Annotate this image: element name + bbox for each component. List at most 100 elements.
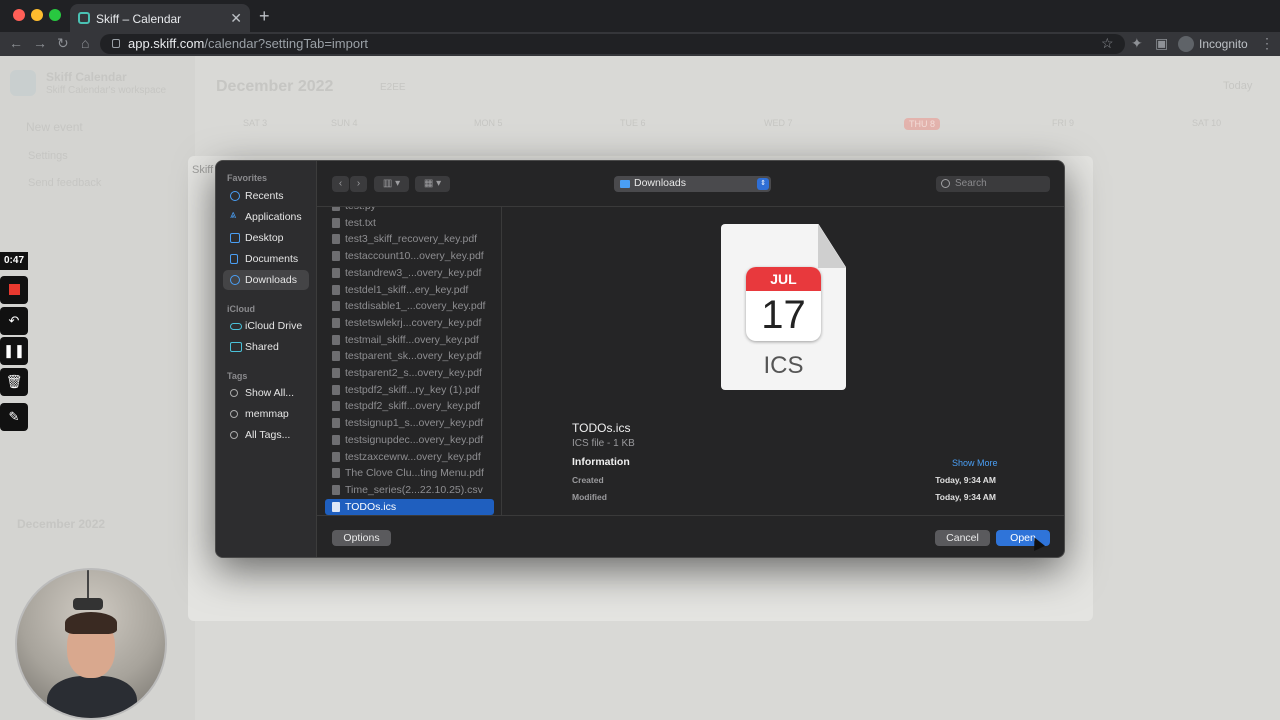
incognito-indicator[interactable]: Incognito xyxy=(1178,36,1248,52)
location-select[interactable]: Downloads ⇕ xyxy=(614,176,771,192)
bookmark-star-icon[interactable]: ☆ xyxy=(1101,35,1114,52)
tab-close-icon[interactable]: ✕ xyxy=(230,10,242,27)
file-icon xyxy=(332,301,340,312)
back-arrow-icon[interactable]: ← xyxy=(9,35,23,51)
finder-sidebar: Favorites Recents ⩓ Applications Desktop … xyxy=(216,161,317,557)
search-input[interactable]: Search xyxy=(936,176,1050,192)
show-more-link[interactable]: Show More xyxy=(952,458,998,468)
file-icon xyxy=(332,468,340,479)
file-list-item[interactable]: testaccount10...overy_key.pdf xyxy=(325,248,494,264)
delete-button[interactable]: 🗑 xyxy=(0,368,28,396)
sidebar-item-label: memmap xyxy=(245,408,289,420)
sidebar-item-label: Downloads xyxy=(245,274,297,286)
file-icon xyxy=(332,418,340,429)
sidebar-item-applications[interactable]: ⩓ Applications xyxy=(223,207,309,227)
sidebar-item-tag-memmap[interactable]: memmap xyxy=(223,404,309,424)
back-button[interactable]: ‹ xyxy=(332,176,349,192)
send-feedback-link[interactable]: Send feedback xyxy=(28,177,101,189)
document-icon xyxy=(230,254,238,264)
today-button[interactable]: Today xyxy=(1223,80,1252,92)
file-list-item[interactable]: testdisable1_...covery_key.pdf xyxy=(325,298,494,314)
settings-link[interactable]: Settings xyxy=(28,150,68,162)
file-list-item[interactable]: testetswlekrj...covery_key.pdf xyxy=(325,315,494,331)
file-list-item[interactable]: testandrew3_...overy_key.pdf xyxy=(325,265,494,281)
file-name: The Clove Clu...ting Menu.pdf xyxy=(345,467,484,480)
reload-icon[interactable]: ↻ xyxy=(57,35,69,52)
calendar-icon: JUL 17 xyxy=(746,267,821,341)
file-list-item[interactable]: TODOs.ics xyxy=(325,498,494,515)
desktop-icon xyxy=(230,233,240,243)
file-list-item[interactable]: testsignup1_s...overy_key.pdf xyxy=(325,415,494,431)
file-name: testsignupdec...overy_key.pdf xyxy=(345,433,484,446)
draw-button[interactable]: ✎ xyxy=(0,403,28,431)
preview-file-name: TODOs.ics xyxy=(572,421,631,435)
file-list-item[interactable]: testmail_skiff...overy_key.pdf xyxy=(325,332,494,348)
sidebar-item-desktop[interactable]: Desktop xyxy=(223,228,309,248)
sidebar-toggle-icon[interactable]: ▣ xyxy=(1155,35,1168,52)
sidebar-item-shared[interactable]: Shared xyxy=(223,337,309,357)
calendar-icon-month: JUL xyxy=(746,267,821,291)
sidebar-item-documents[interactable]: Documents xyxy=(223,249,309,269)
pause-button[interactable]: ❚❚ xyxy=(0,337,28,365)
sidebar-item-label: Shared xyxy=(245,341,279,353)
sidebar-item-downloads[interactable]: Downloads xyxy=(223,270,309,290)
file-list-item[interactable]: testpdf2_skiff...ry_key (1).pdf xyxy=(325,382,494,398)
skiff-favicon-icon xyxy=(78,12,90,24)
group-view-button[interactable]: ▦ ▾ xyxy=(415,176,450,192)
cloud-icon xyxy=(230,323,242,330)
new-tab-button[interactable]: + xyxy=(259,6,270,27)
forward-arrow-icon[interactable]: → xyxy=(33,35,47,51)
browser-tab[interactable]: Skiff – Calendar ✕ xyxy=(70,4,250,32)
column-view-button[interactable]: ▥ ▾ xyxy=(374,176,409,192)
sidebar-item-label: Applications xyxy=(245,211,302,223)
undo-icon: ↶ xyxy=(8,313,20,328)
file-list-item[interactable]: testparent2_s...overy_key.pdf xyxy=(325,365,494,381)
extensions-icon[interactable]: ✦ xyxy=(1131,35,1143,52)
sidebar-item-show-all-tags[interactable]: Show All... xyxy=(223,383,309,403)
file-icon xyxy=(332,267,340,278)
e2ee-badge: E2EE xyxy=(380,82,406,93)
address-bar: ← → ↻ ⌂ app.skiff.com/calendar?settingTa… xyxy=(0,32,1280,56)
app-name: Skiff Calendar xyxy=(46,70,127,84)
file-list-item[interactable]: test.py xyxy=(325,207,494,214)
sidebar-item-recents[interactable]: Recents xyxy=(223,186,309,206)
options-button[interactable]: Options xyxy=(332,530,391,546)
file-list-item[interactable]: testzaxcewrw...overy_key.pdf xyxy=(325,449,494,465)
file-list-item[interactable]: testparent_sk...overy_key.pdf xyxy=(325,348,494,364)
preview-file-meta: ICS file - 1 KB xyxy=(572,438,635,449)
new-event-button[interactable]: New event xyxy=(26,120,83,134)
stop-recording-button[interactable] xyxy=(0,276,28,304)
file-list-item[interactable]: testpdf2_skiff...overy_key.pdf xyxy=(325,398,494,414)
day-header: SAT 3 xyxy=(243,118,268,128)
folder-icon xyxy=(620,180,630,188)
window-close-button[interactable] xyxy=(13,9,25,21)
location-label: Downloads xyxy=(634,177,686,189)
file-list-item[interactable]: test3_skiff_recovery_key.pdf xyxy=(325,231,494,247)
sidebar-item-all-tags[interactable]: All Tags... xyxy=(223,425,309,445)
home-icon[interactable]: ⌂ xyxy=(81,35,89,51)
file-name: testmail_skiff...overy_key.pdf xyxy=(345,333,479,346)
file-list-item[interactable]: testsignupdec...overy_key.pdf xyxy=(325,432,494,448)
file-icon xyxy=(332,334,340,345)
file-list-item[interactable]: The Clove Clu...ting Menu.pdf xyxy=(325,465,494,481)
calendar-icon-day: 17 xyxy=(761,293,806,337)
information-heading: Information xyxy=(572,456,630,468)
cancel-button[interactable]: Cancel xyxy=(935,530,990,546)
undo-button[interactable]: ↶ xyxy=(0,307,28,335)
sidebar-item-icloud-drive[interactable]: iCloud Drive xyxy=(223,316,309,336)
skiff-logo-icon xyxy=(10,70,36,96)
url-field[interactable]: app.skiff.com/calendar?settingTab=import xyxy=(100,34,1125,54)
file-icon xyxy=(332,384,340,395)
sidebar-item-label: Recents xyxy=(245,190,284,202)
tag-icon xyxy=(230,389,238,397)
window-zoom-button[interactable] xyxy=(49,9,61,21)
window-minimize-button[interactable] xyxy=(31,9,43,21)
file-list-item[interactable]: test.txt xyxy=(325,215,494,231)
more-menu-icon[interactable]: ⋮ xyxy=(1260,35,1274,52)
file-icon xyxy=(332,317,340,328)
forward-button[interactable]: › xyxy=(350,176,367,192)
file-name: testdisable1_...covery_key.pdf xyxy=(345,300,486,313)
icloud-section-label: iCloud xyxy=(227,304,255,314)
file-list-item[interactable]: Time_series(2...22.10.25).csv xyxy=(325,482,494,498)
file-list-item[interactable]: testdel1_skiff...ery_key.pdf xyxy=(325,282,494,298)
